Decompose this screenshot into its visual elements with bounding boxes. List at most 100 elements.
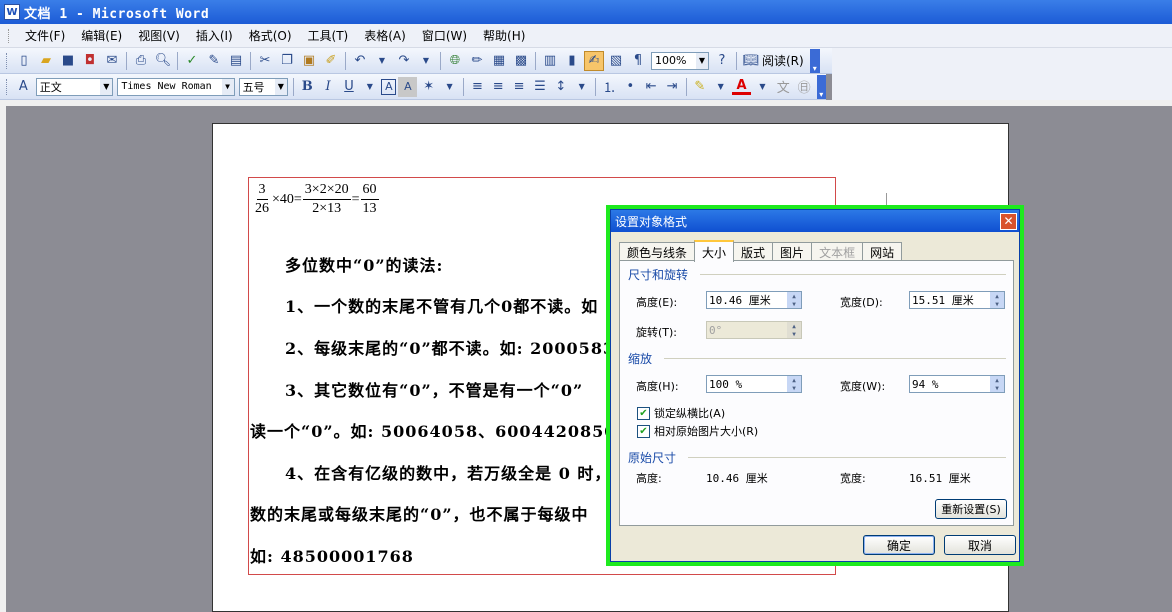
checkmark-icon[interactable]: ✔	[637, 406, 650, 420]
permission-icon[interactable]: ◘	[80, 51, 100, 71]
doc-line: 数的末尾或每级末尾的“0”，也不属于每级中	[250, 505, 589, 524]
font-color-icon[interactable]: A	[732, 78, 752, 95]
tables-borders-icon[interactable]: ✏	[467, 51, 487, 71]
toolbar-options-icon[interactable]: ▾	[816, 74, 827, 99]
styles-icon[interactable]: A	[14, 77, 33, 97]
phonetic-guide-icon[interactable]: 文	[774, 77, 793, 97]
bullets-icon[interactable]: •	[621, 77, 640, 97]
increase-indent-icon[interactable]: ⇥	[663, 77, 682, 97]
zoom-combo[interactable]: 100% ▼	[651, 51, 709, 70]
char-scale-icon[interactable]: ✶	[419, 77, 438, 97]
menu-format[interactable]: 格式(O)	[241, 25, 300, 47]
open-icon[interactable]: ▰	[36, 51, 56, 71]
numbering-icon[interactable]: ⒈	[600, 77, 619, 97]
height-value: 10.46 厘米	[709, 294, 771, 307]
copy-icon[interactable]: ❐	[277, 51, 297, 71]
menu-insert[interactable]: 插入(I)	[188, 25, 241, 47]
justify-icon[interactable]: ☰	[531, 77, 550, 97]
chart-icon[interactable]: ▮	[562, 51, 582, 71]
width-spinner[interactable]: 15.51 厘米 ▲ ▼	[909, 291, 1005, 309]
format-painter-icon[interactable]: ✐	[321, 51, 341, 71]
align-left-icon[interactable]: ≡	[468, 77, 487, 97]
font-color-dropdown-icon[interactable]: ▼	[753, 77, 772, 97]
relative-original-checkbox[interactable]: ✔ 相对原始图片大小(R)	[637, 423, 758, 439]
bold-button[interactable]: B	[298, 77, 317, 97]
save-icon[interactable]: ■	[58, 51, 78, 71]
menu-help[interactable]: 帮助(H)	[475, 25, 533, 47]
tab-size[interactable]: 大小	[694, 240, 735, 262]
lock-aspect-checkbox[interactable]: ✔ 锁定纵横比(A)	[637, 405, 725, 421]
research-icon[interactable]: ✎	[204, 51, 224, 71]
char-border-icon[interactable]: A	[381, 78, 397, 95]
menu-table[interactable]: 表格(A)	[356, 25, 414, 47]
align-center-icon[interactable]: ≡	[489, 77, 508, 97]
menu-tools[interactable]: 工具(T)	[300, 25, 357, 47]
hyperlink-icon[interactable]: 🌐︎	[445, 51, 465, 71]
enclose-char-icon[interactable]: ㊐	[795, 77, 814, 97]
paste-icon[interactable]: ▣	[299, 51, 319, 71]
dialog-title-bar[interactable]: 设置对象格式 ✕	[611, 210, 1019, 232]
redo-dropdown-icon[interactable]: ▼	[416, 51, 436, 71]
checkmark-icon[interactable]: ✔	[637, 424, 650, 438]
show-hide-icon[interactable]: ¶	[628, 51, 648, 71]
read-button[interactable]: 阅读(R)	[762, 52, 804, 69]
menu-file[interactable]: 文件(F)	[17, 25, 73, 47]
toolbar-options-icon[interactable]: ▾	[809, 48, 820, 73]
help-icon[interactable]: ?	[712, 51, 732, 71]
tab-textbox: 文本框	[811, 242, 864, 261]
chevron-down-icon[interactable]: ▼	[274, 78, 287, 95]
tab-web[interactable]: 网站	[862, 242, 903, 261]
line-spacing-icon[interactable]: ↕	[551, 77, 570, 97]
title-bar: W 文档 1 - Microsoft Word	[0, 0, 1172, 24]
insert-excel-icon[interactable]: ▩	[511, 51, 531, 71]
close-icon[interactable]: ✕	[1000, 212, 1017, 230]
width-value: 15.51 厘米	[912, 294, 974, 307]
print-preview-icon[interactable]: 🔍︎	[153, 51, 173, 71]
document-map-icon[interactable]: ▧	[606, 51, 626, 71]
drawing-icon[interactable]: ✍	[584, 50, 604, 71]
style-combo[interactable]: 正文 ▼	[35, 77, 114, 96]
chevron-down-icon[interactable]: ▼	[696, 52, 708, 69]
cut-icon[interactable]: ✂	[255, 51, 275, 71]
insert-table-icon[interactable]: ▦	[489, 51, 509, 71]
italic-button[interactable]: I	[319, 77, 338, 97]
scale-width-spinner[interactable]: 94 % ▲ ▼	[909, 375, 1005, 393]
chevron-down-icon[interactable]: ▼	[100, 78, 113, 95]
doc-line-heading: 多位数中“0”的读法:	[285, 256, 444, 275]
decrease-indent-icon[interactable]: ⇤	[642, 77, 661, 97]
translate-icon[interactable]: ▤	[226, 51, 246, 71]
rotate-label: 旋转(T):	[636, 326, 678, 339]
tab-colors-lines[interactable]: 颜色与线条	[619, 242, 696, 261]
print-icon[interactable]: ⎙	[131, 51, 151, 71]
char-scale-dropdown-icon[interactable]: ▼	[440, 77, 459, 97]
menu-edit[interactable]: 编辑(E)	[73, 25, 130, 47]
undo-dropdown-icon[interactable]: ▼	[372, 51, 392, 71]
reset-button[interactable]: 重新设置(S)	[935, 499, 1007, 519]
menu-view[interactable]: 视图(V)	[130, 25, 188, 47]
email-icon[interactable]: ✉	[102, 51, 122, 71]
redo-icon[interactable]: ↷	[394, 51, 414, 71]
cancel-button[interactable]: 取消	[944, 535, 1016, 555]
tab-layout[interactable]: 版式	[733, 242, 774, 261]
line-spacing-dropdown-icon[interactable]: ▼	[572, 77, 591, 97]
style-value: 正文	[39, 80, 62, 94]
tab-picture[interactable]: 图片	[772, 242, 813, 261]
menu-window[interactable]: 窗口(W)	[414, 25, 475, 47]
ok-button[interactable]: 确定	[863, 535, 935, 555]
height-spinner[interactable]: 10.46 厘米 ▲ ▼	[706, 291, 802, 309]
columns-icon[interactable]: ▥	[540, 51, 560, 71]
highlight-dropdown-icon[interactable]: ▼	[711, 77, 730, 97]
underline-dropdown-icon[interactable]: ▼	[360, 77, 379, 97]
scale-height-spinner[interactable]: 100 % ▲ ▼	[706, 375, 802, 393]
underline-button[interactable]: U	[340, 77, 359, 97]
spelling-icon[interactable]: ✓	[182, 51, 202, 71]
chevron-down-icon[interactable]: ▼	[221, 78, 234, 95]
size-combo[interactable]: 五号 ▼	[238, 77, 288, 96]
undo-icon[interactable]: ↶	[350, 51, 370, 71]
highlight-icon[interactable]: ✎	[690, 77, 709, 97]
char-shading-icon[interactable]: A	[398, 76, 418, 97]
read-icon[interactable]: 📖︎	[741, 51, 761, 71]
align-right-icon[interactable]: ≡	[510, 77, 529, 97]
new-icon[interactable]: ▯	[14, 51, 34, 71]
font-combo[interactable]: Times New Roman ▼	[117, 77, 235, 96]
